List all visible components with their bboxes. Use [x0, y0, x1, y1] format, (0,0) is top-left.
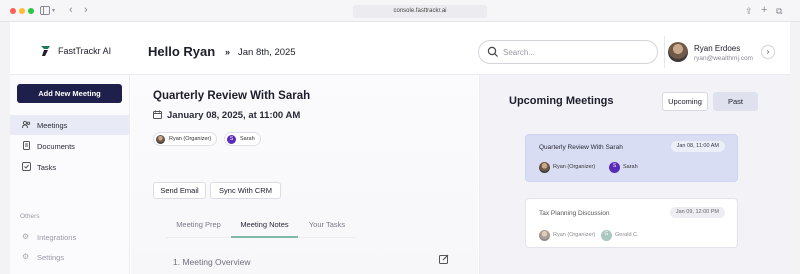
- chevron-right-icon[interactable]: ›: [761, 45, 775, 59]
- past-toggle-button[interactable]: Past: [713, 92, 758, 111]
- participant-chip: G Gerald C.: [601, 230, 639, 241]
- fasttrackr-logo-icon: [41, 46, 50, 56]
- card-title: Quarterly Review With Sarah: [539, 144, 623, 151]
- meeting-card[interactable]: Quarterly Review With Sarah Jan 08, 11:0…: [525, 134, 738, 182]
- integrations-icon: ⚙: [22, 232, 30, 241]
- meeting-datetime: January 08, 2025, at 11:00 AM: [167, 110, 301, 121]
- participant-name: Sarah: [240, 136, 255, 142]
- minimize-window-button[interactable]: [19, 8, 25, 14]
- tasks-icon: [22, 162, 31, 173]
- sidebar-item-integrations[interactable]: ⚙ Integrations: [10, 227, 129, 247]
- avatar: S: [609, 162, 620, 173]
- person-icon: [22, 120, 31, 131]
- sidebar-item-label: Settings: [37, 253, 65, 262]
- sidebar-item-label: Meetings: [37, 121, 68, 130]
- document-icon: [22, 141, 31, 152]
- double-chevron-icon: »: [225, 47, 231, 57]
- participant-name: Gerald C.: [615, 232, 639, 238]
- tab-meeting-prep[interactable]: Meeting Prep: [166, 220, 231, 236]
- participant-name: Ryan (Organizer): [553, 232, 596, 238]
- participant-chip: Ryan (Organizer): [539, 162, 595, 173]
- section-title: 1. Meeting Overview: [173, 257, 251, 267]
- avatar: [539, 162, 550, 173]
- send-email-button[interactable]: Send Email: [153, 182, 206, 199]
- participant-chip: Ryan (Organizer): [539, 230, 595, 241]
- search-icon: [487, 46, 498, 57]
- user-avatar[interactable]: [668, 42, 688, 62]
- sidebar-item-meetings[interactable]: Meetings: [10, 115, 129, 135]
- card-time-badge: Jan 08, 11:00 AM: [670, 141, 725, 152]
- tab-meeting-notes[interactable]: Meeting Notes: [231, 220, 298, 236]
- active-tab-indicator: [231, 236, 298, 238]
- participant-name: Ryan (Organizer): [553, 164, 596, 170]
- sidebar-item-label: Tasks: [37, 163, 57, 172]
- header-date: Jan 8th, 2025: [238, 47, 296, 58]
- meeting-detail-panel: Quarterly Review With Sarah January 08, …: [131, 75, 478, 274]
- sidebar-item-label: Integrations: [37, 233, 77, 242]
- forward-arrow-icon[interactable]: ›: [84, 5, 88, 16]
- sidebar-toggle-icon[interactable]: [40, 6, 50, 17]
- participant-chip: S Sarah: [609, 162, 638, 173]
- new-tab-icon[interactable]: +: [761, 5, 767, 16]
- participant-chip: Ryan (Organizer): [153, 132, 218, 146]
- participant-name: Sarah: [623, 164, 638, 170]
- avatar: [156, 135, 165, 144]
- sidebar-item-label: Documents: [37, 142, 75, 151]
- settings-icon: ⚙: [22, 252, 30, 261]
- address-bar[interactable]: console.fasttrackr.ai: [353, 5, 487, 18]
- upcoming-toggle-button[interactable]: Upcoming: [662, 92, 708, 111]
- brand-name: FastTrackr AI: [58, 46, 112, 56]
- avatar: S: [227, 135, 236, 144]
- browser-toolbar: ▾ ‹ › console.fasttrackr.ai ⇪ + ⧉: [0, 0, 800, 22]
- upcoming-title: Upcoming Meetings: [509, 95, 614, 107]
- app-header: FastTrackr AI Hello Ryan » Jan 8th, 2025…: [10, 22, 790, 75]
- add-new-meeting-button[interactable]: Add New Meeting: [17, 84, 122, 103]
- others-heading: Others: [20, 213, 40, 220]
- participant-name: Ryan (Organizer): [169, 136, 212, 142]
- participant-chip: S Sarah: [224, 132, 261, 146]
- sidebar-item-documents[interactable]: Documents: [10, 136, 129, 156]
- meeting-card[interactable]: Tax Planning Discussion Jan 09, 12:00 PM…: [525, 198, 738, 248]
- avatar: [539, 230, 550, 241]
- search-box[interactable]: [478, 40, 658, 64]
- chevron-down-icon[interactable]: ▾: [52, 6, 55, 16]
- sidebar-item-settings[interactable]: ⚙ Settings: [10, 247, 129, 267]
- edit-icon[interactable]: [439, 254, 449, 266]
- upcoming-meetings-panel: Upcoming Meetings Upcoming Past Quarterl…: [479, 75, 790, 274]
- calendar-icon: [153, 110, 162, 121]
- maximize-window-button[interactable]: [28, 8, 34, 14]
- tab-overview-icon[interactable]: ⧉: [776, 6, 782, 16]
- card-title: Tax Planning Discussion: [539, 210, 610, 217]
- back-arrow-icon[interactable]: ‹: [69, 5, 73, 16]
- avatar: G: [601, 230, 612, 241]
- close-window-button[interactable]: [10, 8, 16, 14]
- card-time-badge: Jan 09, 12:00 PM: [669, 207, 725, 218]
- sidebar-item-tasks[interactable]: Tasks: [10, 157, 129, 177]
- user-email: ryan@wealthmj.com: [694, 55, 753, 62]
- meeting-title: Quarterly Review With Sarah: [153, 90, 311, 102]
- tab-your-tasks[interactable]: Your Tasks: [298, 220, 356, 236]
- header-divider: [664, 36, 665, 68]
- user-name: Ryan Erdoes: [694, 44, 741, 53]
- search-input[interactable]: [503, 45, 643, 59]
- app-window: FastTrackr AI Hello Ryan » Jan 8th, 2025…: [10, 22, 790, 274]
- share-icon[interactable]: ⇪: [745, 6, 753, 16]
- sidebar: Add New Meeting Meetings Documents Tasks…: [10, 75, 130, 274]
- greeting-title: Hello Ryan: [148, 44, 216, 59]
- sync-with-crm-button[interactable]: Sync With CRM: [210, 182, 281, 199]
